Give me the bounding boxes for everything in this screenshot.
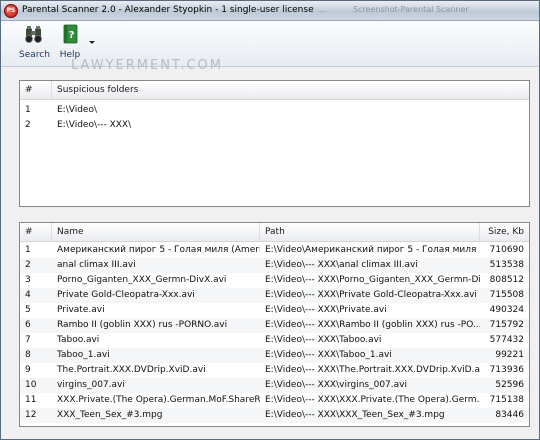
file-row-number: 10	[25, 380, 37, 390]
help-button[interactable]: ? Help	[57, 23, 83, 60]
search-button[interactable]: Search	[19, 23, 50, 60]
toolbar: Search ? Help LAWYERMENT.COM	[1, 21, 539, 73]
file-row-name: virgins_007.avi	[57, 380, 125, 390]
file-row-path: E:\Video\Американский пирог 5 - Голая ми…	[265, 245, 480, 255]
file-row-number: 7	[25, 335, 31, 345]
file-row[interactable]: 8 Taboo_1.avi E:\Video\--- XXX\Taboo_1.a…	[20, 348, 529, 363]
file-row-path: E:\Video\--- XXX\Private.avi	[265, 305, 387, 315]
column-header-number[interactable]: #	[20, 81, 52, 100]
file-row-number: 6	[25, 320, 31, 330]
file-row-number: 12	[25, 410, 37, 420]
folder-row-path: E:\Video\--- XXX\	[57, 120, 132, 130]
file-row-size: 715508	[489, 290, 524, 300]
file-row[interactable]: 10 virgins_007.avi E:\Video\--- XXX\virg…	[20, 378, 529, 393]
help-dropdown-arrow-icon[interactable]	[89, 41, 95, 44]
file-row-size: 577432	[489, 335, 524, 345]
background-window-title: ...	[319, 5, 327, 14]
file-row-path: E:\Video\--- XXX\Taboo.avi	[265, 335, 382, 345]
help-book-icon: ?	[63, 24, 78, 44]
folder-row-path: E:\Video\	[57, 105, 97, 115]
file-row-name: The.Portrait.XXX.DVDrip.XviD.avi	[57, 365, 206, 375]
file-row-size: 715792	[489, 320, 524, 330]
window-title: Parental Scanner 2.0 - Alexander Styopki…	[22, 5, 314, 15]
file-row[interactable]: 2 anal climax III.avi E:\Video\--- XXX\a…	[20, 258, 529, 273]
folder-row[interactable]: 1 E:\Video\	[20, 103, 529, 118]
file-row-name: Rambo II (goblin XXX) rus -PORNO.avi	[57, 320, 228, 330]
background-window-title: Screenshot-Parental Scanner	[353, 5, 469, 14]
file-row-path: E:\Video\--- XXX\The.Portrait.XXX.DVDrip…	[265, 365, 480, 375]
search-label: Search	[19, 50, 50, 60]
file-row-path: E:\Video\--- XXX\XXX.Private.(The Opera)…	[265, 395, 480, 405]
svg-text:?: ?	[69, 30, 75, 41]
file-row-path: E:\Video\--- XXX\Taboo_1.avi	[265, 350, 392, 360]
file-row-name: Taboo_1.avi	[57, 350, 110, 360]
folder-row[interactable]: 2 E:\Video\--- XXX\	[20, 118, 529, 133]
watermark: LAWYERMENT.COM	[71, 58, 223, 73]
column-header-path[interactable]: Path	[260, 223, 480, 242]
app-window: PS Parental Scanner 2.0 - Alexander Styo…	[0, 0, 540, 440]
file-row-size: 52596	[495, 380, 524, 390]
column-header-name[interactable]: Name	[52, 223, 260, 242]
file-row-size: 710690	[489, 245, 524, 255]
file-row[interactable]: 5 Private.avi E:\Video\--- XXX\Private.a…	[20, 303, 529, 318]
app-icon[interactable]: PS	[4, 4, 18, 18]
file-row[interactable]: 3 Porno_Giganten_XXX_Germn-DivX.avi E:\V…	[20, 273, 529, 288]
file-row-number: 8	[25, 350, 31, 360]
folders-header: # Suspicious folders	[20, 81, 529, 100]
file-row[interactable]: 9 The.Portrait.XXX.DVDrip.XviD.avi E:\Vi…	[20, 363, 529, 378]
file-row-size: 713936	[489, 365, 524, 375]
folders-list[interactable]: # Suspicious folders 1 E:\Video\ 2 E:\Vi…	[19, 80, 530, 207]
file-row-number: 5	[25, 305, 31, 315]
file-row-path: E:\Video\--- XXX\Rambo II (goblin XXX) r…	[265, 320, 480, 330]
file-row-path: E:\Video\--- XXX\Private Gold-Cleopatra-…	[265, 290, 477, 300]
binoculars-icon	[25, 26, 42, 43]
files-list[interactable]: # Name Path Size, Kb 1 Американский пиро…	[19, 222, 530, 427]
file-row[interactable]: 6 Rambo II (goblin XXX) rus -PORNO.avi E…	[20, 318, 529, 333]
file-row-name: Американский пирог 5 - Голая миля (Ameri…	[57, 245, 260, 255]
file-row-number: 1	[25, 245, 31, 255]
file-row-name: XXX.Private.(The Opera).German.MoF.Share…	[57, 395, 260, 405]
file-row[interactable]: 1 Американский пирог 5 - Голая миля (Ame…	[20, 243, 529, 258]
file-row[interactable]: 7 Taboo.avi E:\Video\--- XXX\Taboo.avi 5…	[20, 333, 529, 348]
title-bar[interactable]: PS Parental Scanner 2.0 - Alexander Styo…	[1, 1, 539, 21]
file-row-number: 4	[25, 290, 31, 300]
file-row-name: XXX_Teen_Sex_#3.mpg	[57, 410, 163, 420]
file-row-path: E:\Video\--- XXX\Porno_Giganten_XXX_Germ…	[265, 275, 480, 285]
file-row-size: 513538	[489, 260, 524, 270]
folder-row-number: 1	[25, 105, 31, 115]
file-row-name: Taboo.avi	[57, 335, 100, 345]
file-row-path: E:\Video\--- XXX\virgins_007.avi	[265, 380, 407, 390]
file-row[interactable]: 11 XXX.Private.(The Opera).German.MoF.Sh…	[20, 393, 529, 408]
file-row[interactable]: 12 XXX_Teen_Sex_#3.mpg E:\Video\--- XXX\…	[20, 408, 529, 423]
file-row[interactable]: 4 Private Gold-Cleopatra-Xxx.avi E:\Vide…	[20, 288, 529, 303]
file-row-size: 808512	[489, 275, 524, 285]
file-row-name: Porno_Giganten_XXX_Germn-DivX.avi	[57, 275, 227, 285]
file-row-path: E:\Video\--- XXX\XXX_Teen_Sex_#3.mpg	[265, 410, 445, 420]
file-row-name: Private Gold-Cleopatra-Xxx.avi	[57, 290, 195, 300]
file-row-number: 11	[25, 395, 37, 405]
file-row-size: 715138	[489, 395, 524, 405]
file-row-name: Private.avi	[57, 305, 105, 315]
column-header-size[interactable]: Size, Kb	[480, 223, 529, 242]
file-row-name: anal climax III.avi	[57, 260, 136, 270]
files-header: # Name Path Size, Kb	[20, 223, 529, 242]
file-row-number: 2	[25, 260, 31, 270]
file-row-size: 83446	[495, 410, 524, 420]
file-row-size: 99221	[495, 350, 524, 360]
file-row-size: 490324	[489, 305, 524, 315]
column-header-number[interactable]: #	[20, 223, 52, 242]
file-row-path: E:\Video\--- XXX\anal climax III.avi	[265, 260, 418, 270]
file-row-number: 3	[25, 275, 31, 285]
file-row-number: 9	[25, 365, 31, 375]
folder-row-number: 2	[25, 120, 31, 130]
column-header-suspicious-folders[interactable]: Suspicious folders	[52, 81, 529, 100]
